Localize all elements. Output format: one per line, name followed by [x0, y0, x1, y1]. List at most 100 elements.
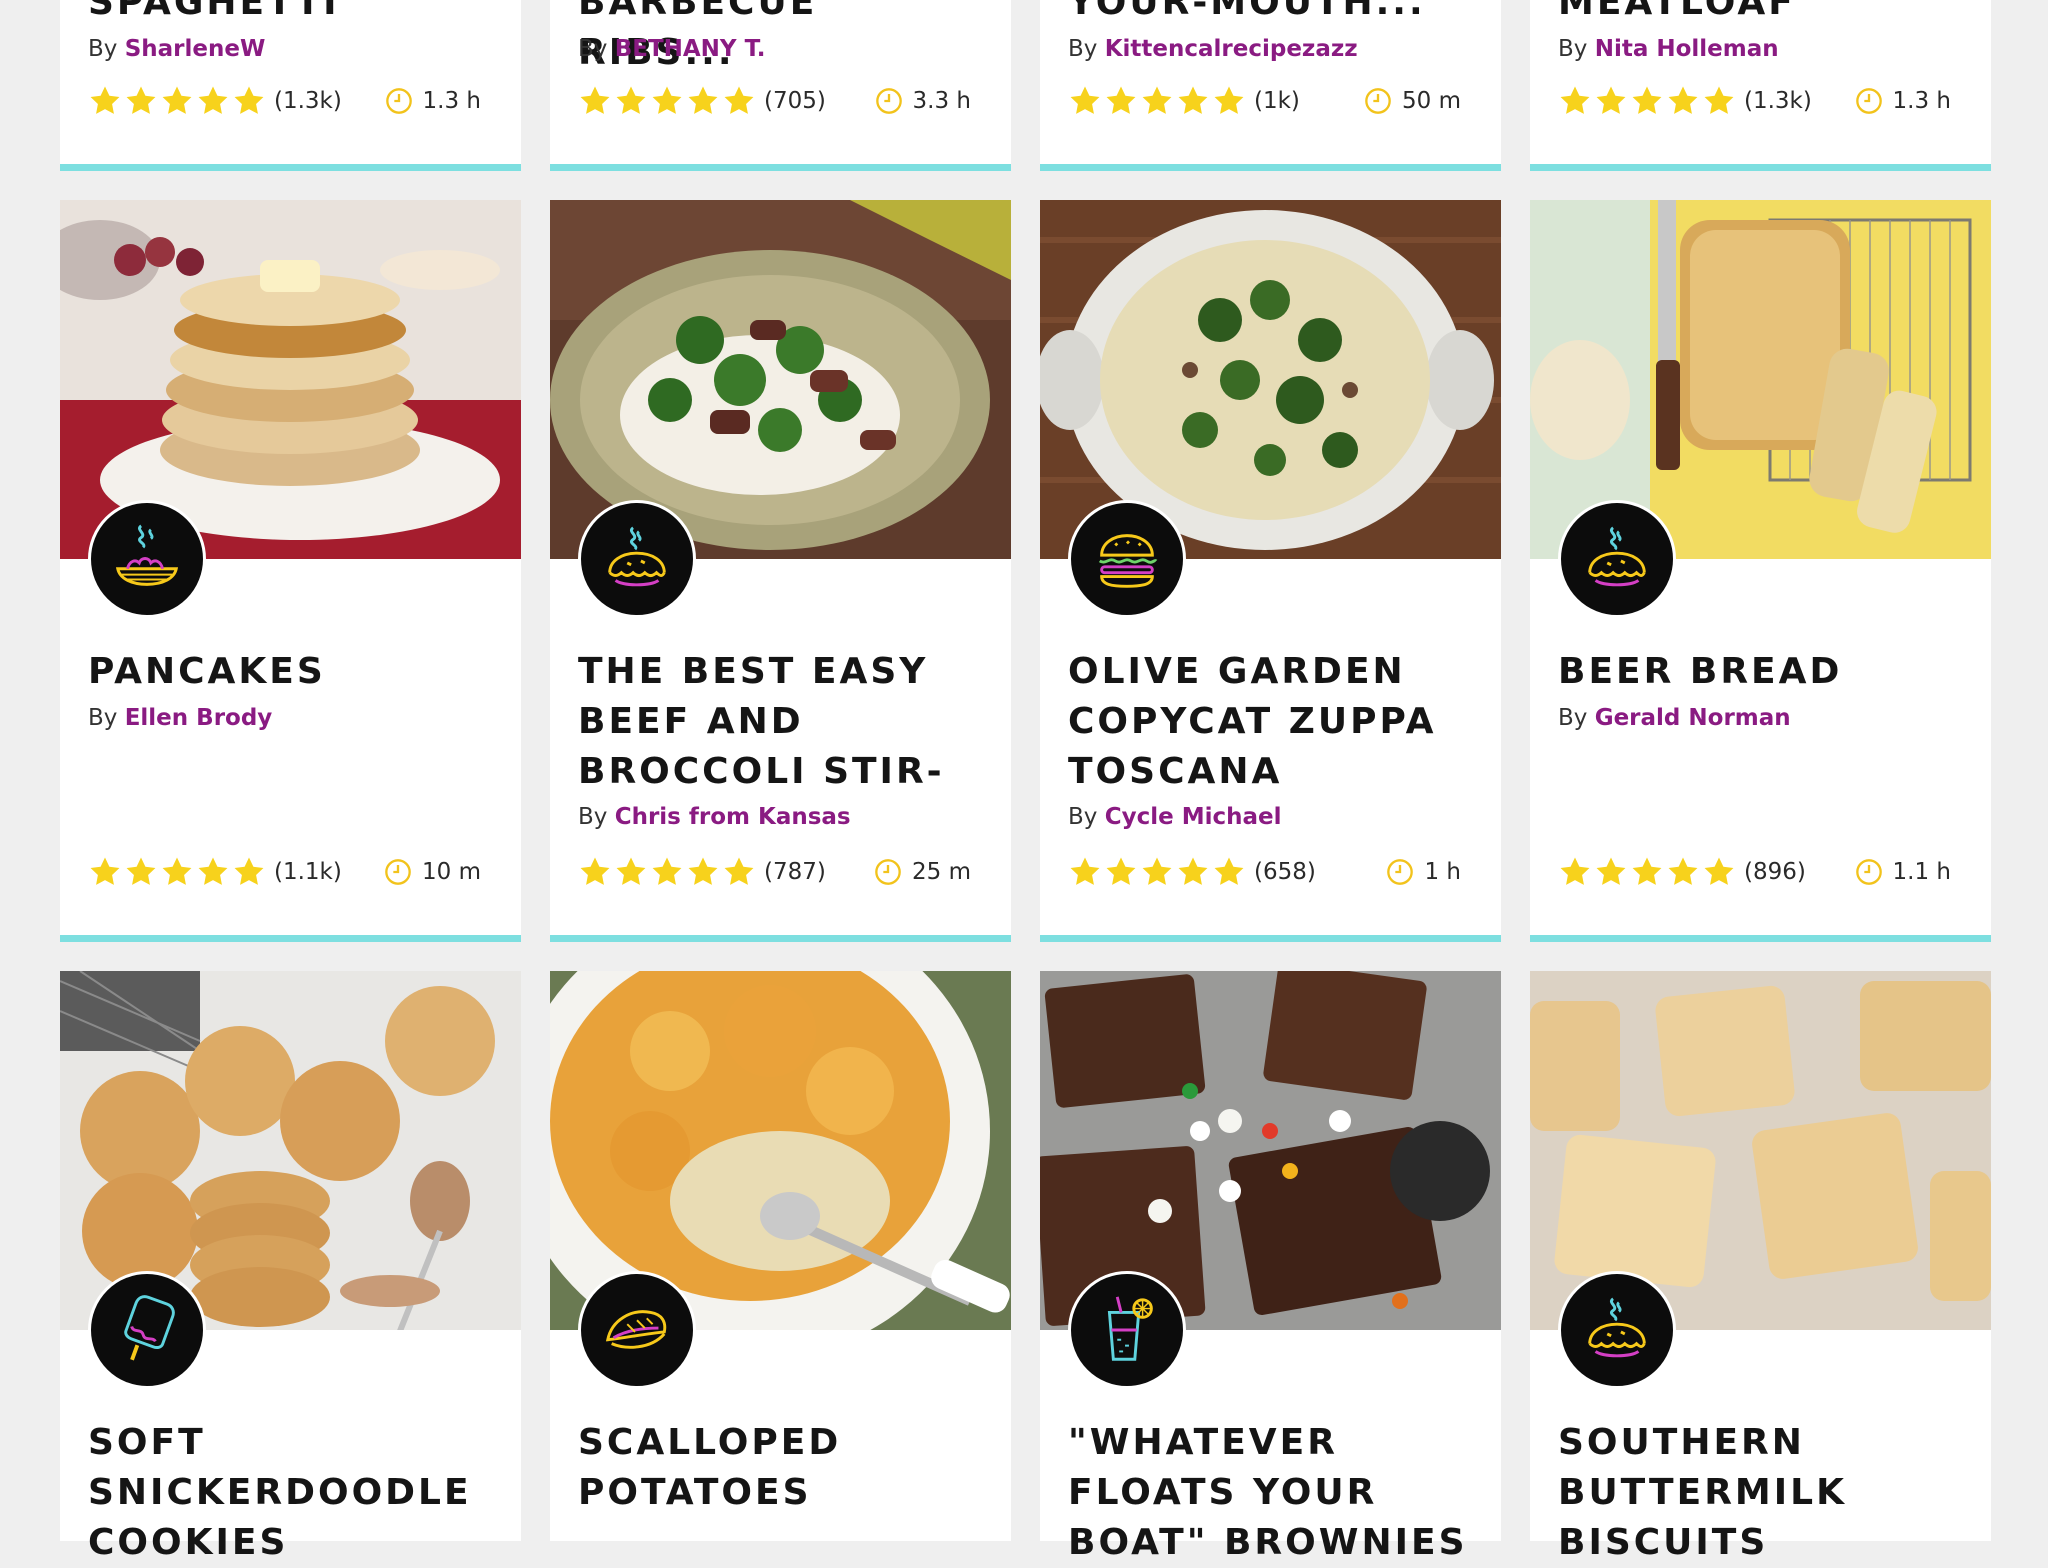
star-icon [686, 84, 720, 118]
star-icon [1666, 855, 1700, 889]
pie-icon [1578, 520, 1656, 598]
cook-time-value: 1.3 h [1892, 88, 1951, 114]
star-icon [1558, 855, 1592, 889]
clock-icon [874, 858, 902, 886]
star-icon [1068, 855, 1102, 889]
recipe-card[interactable]: Soft Snickerdoodle Cookies [60, 971, 521, 1563]
recipe-title[interactable]: Beer Bread [1558, 647, 1968, 697]
recipe-card[interactable]: Pancakes By Ellen Brody (1.1k) 10 m [60, 200, 521, 942]
cook-time: 25 m [874, 858, 971, 886]
star-icon [1140, 84, 1174, 118]
star-icon [1212, 855, 1246, 889]
cook-time: 50 m [1364, 87, 1461, 115]
clock-icon [1855, 858, 1883, 886]
recipe-card[interactable]: Southern Buttermilk Biscuits [1530, 971, 1991, 1563]
recipe-meta: (1.3k) 1.3 h [88, 84, 481, 118]
clock-icon [1855, 87, 1883, 115]
recipe-byline: By Nita Holleman [1558, 36, 1779, 62]
recipe-card[interactable]: Barbecue Ribs... By BETHANY T. (705) 3.3… [550, 0, 1011, 171]
recipe-card[interactable]: Scalloped Potatoes [550, 971, 1011, 1541]
author-link[interactable]: BETHANY T. [615, 36, 766, 62]
star-icon [578, 84, 612, 118]
author-link[interactable]: Nita Holleman [1595, 36, 1779, 62]
recipe-meta: (1k) 50 m [1068, 84, 1461, 118]
cook-time-value: 3.3 h [912, 88, 971, 114]
recipe-meta: (787) 25 m [578, 855, 971, 889]
pie-icon [598, 520, 676, 598]
category-badge [1068, 500, 1186, 618]
cook-time-value: 10 m [422, 859, 481, 885]
category-badge [1068, 1271, 1186, 1389]
star-icon [124, 855, 158, 889]
star-icon [160, 855, 194, 889]
star-icon [1212, 84, 1246, 118]
star-icon [124, 84, 158, 118]
star-icon [578, 855, 612, 889]
recipe-meta: (658) 1 h [1068, 855, 1461, 889]
author-link[interactable]: SharleneW [125, 36, 266, 62]
recipe-title[interactable]: Spaghetti [88, 0, 498, 28]
review-count: (1.3k) [1744, 88, 1812, 114]
taco-icon [598, 1291, 676, 1369]
review-count: (705) [764, 88, 826, 114]
star-icon [686, 855, 720, 889]
review-count: (1k) [1254, 88, 1300, 114]
cook-time-value: 50 m [1402, 88, 1461, 114]
star-rating: (1.3k) [1558, 84, 1812, 118]
recipe-grid: Spaghetti By SharleneW (1.3k) 1.3 h Barb… [60, 0, 1991, 1563]
recipe-meta: (705) 3.3 h [578, 84, 971, 118]
author-link[interactable]: Ellen Brody [125, 705, 273, 731]
author-link[interactable]: Kittencalrecipezazz [1105, 36, 1358, 62]
recipe-title[interactable]: "Whatever Floats Your Boat" Brownies [1068, 1418, 1478, 1568]
clock-icon [384, 858, 412, 886]
recipe-card[interactable]: "Whatever Floats Your Boat" Brownies [1040, 971, 1501, 1563]
star-icon [88, 855, 122, 889]
cook-time: 1 h [1386, 858, 1461, 886]
author-link[interactable]: Chris from Kansas [615, 804, 851, 830]
drink-icon [1088, 1291, 1166, 1369]
star-rating: (1.3k) [88, 84, 342, 118]
recipe-card[interactable]: Spaghetti By SharleneW (1.3k) 1.3 h [60, 0, 521, 171]
star-icon [1630, 84, 1664, 118]
recipe-title[interactable]: Meatloaf [1558, 0, 1968, 28]
star-icon [1558, 84, 1592, 118]
author-link[interactable]: Cycle Michael [1105, 804, 1282, 830]
author-link[interactable]: Gerald Norman [1595, 705, 1791, 731]
star-icon [1140, 855, 1174, 889]
cook-time: 1.3 h [385, 87, 481, 115]
star-icon [650, 855, 684, 889]
star-icon [1104, 84, 1138, 118]
cook-time-value: 1.3 h [422, 88, 481, 114]
recipe-card[interactable]: The Best Easy Beef and Broccoli Stir- By… [550, 200, 1011, 942]
star-icon [722, 855, 756, 889]
recipe-title[interactable]: Scalloped Potatoes [578, 1418, 988, 1518]
review-count: (1.3k) [274, 88, 342, 114]
star-rating: (1k) [1068, 84, 1300, 118]
recipe-title[interactable]: Your-Mouth... [1068, 0, 1478, 28]
pie-icon [1578, 1291, 1656, 1369]
star-icon [1630, 855, 1664, 889]
star-rating: (705) [578, 84, 826, 118]
star-rating: (896) [1558, 855, 1806, 889]
recipe-title[interactable]: Pancakes [88, 647, 498, 697]
recipe-card[interactable]: Meatloaf By Nita Holleman (1.3k) 1.3 h [1530, 0, 1991, 171]
star-icon [232, 855, 266, 889]
recipe-meta: (896) 1.1 h [1558, 855, 1951, 889]
recipe-card[interactable]: Beer Bread By Gerald Norman (896) 1.1 h [1530, 200, 1991, 942]
recipe-title[interactable]: Soft Snickerdoodle Cookies [88, 1418, 498, 1568]
star-icon [1702, 855, 1736, 889]
recipe-title[interactable]: The Best Easy Beef and Broccoli Stir- [578, 647, 988, 797]
star-icon [1068, 84, 1102, 118]
recipe-title[interactable]: Olive Garden Copycat Zuppa Toscana [1068, 647, 1478, 797]
recipe-card[interactable]: Your-Mouth... By Kittencalrecipezazz (1k… [1040, 0, 1501, 171]
category-badge [1558, 500, 1676, 618]
cook-time: 3.3 h [875, 87, 971, 115]
star-icon [1104, 855, 1138, 889]
recipe-card[interactable]: Olive Garden Copycat Zuppa Toscana By Cy… [1040, 200, 1501, 942]
star-icon [1702, 84, 1736, 118]
star-icon [196, 855, 230, 889]
recipe-title[interactable]: Southern Buttermilk Biscuits [1558, 1418, 1968, 1568]
category-badge [1558, 1271, 1676, 1389]
cook-time: 1.3 h [1855, 87, 1951, 115]
category-badge [88, 1271, 206, 1389]
